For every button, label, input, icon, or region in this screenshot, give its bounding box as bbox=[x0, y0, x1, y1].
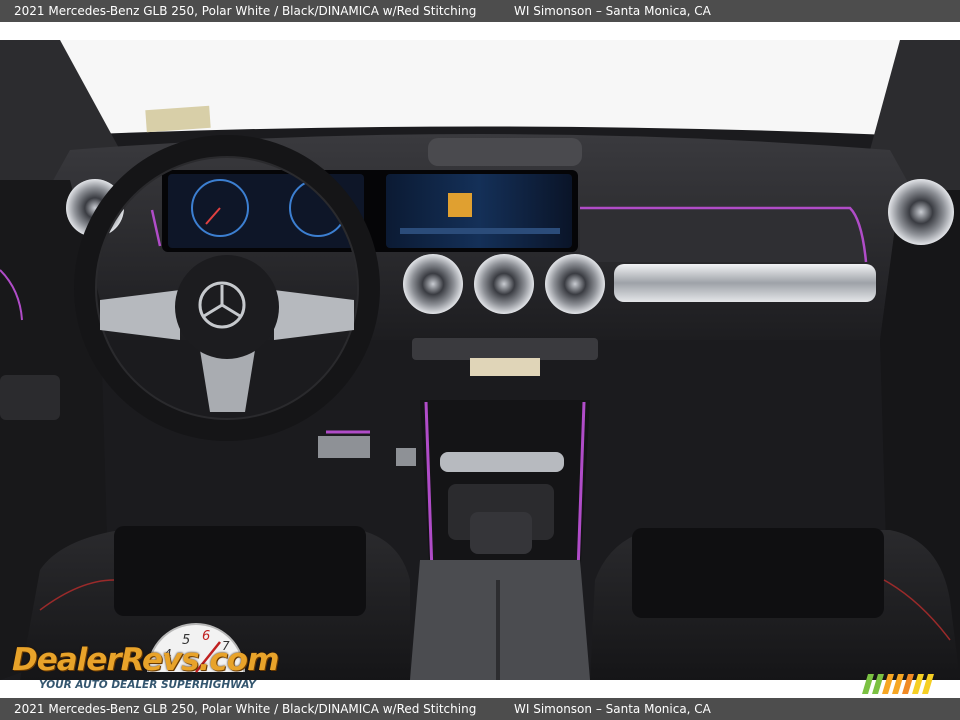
caption-dealer-bottom: WI Simonson – Santa Monica, CA bbox=[514, 702, 711, 716]
windshield-sticker bbox=[145, 105, 211, 133]
bottom-caption-bar: 2021 Mercedes-Benz GLB 250, Polar White … bbox=[0, 698, 960, 720]
watermark-brand: DealerRevs.com bbox=[12, 642, 279, 678]
interior-dashboard-photo bbox=[0, 40, 960, 680]
hud-projector bbox=[428, 138, 582, 166]
top-margin bbox=[0, 22, 960, 40]
stripes-logo-icon bbox=[862, 674, 934, 694]
console-chrome-trim bbox=[440, 452, 564, 472]
climate-controls bbox=[412, 338, 598, 360]
caption-vehicle: 2021 Mercedes-Benz GLB 250, Polar White … bbox=[14, 4, 477, 18]
infotainment-screen bbox=[386, 174, 572, 248]
caption-dealer: WI Simonson – Santa Monica, CA bbox=[514, 4, 711, 18]
driver-seat-insert bbox=[114, 526, 366, 616]
passenger-seat-insert bbox=[632, 528, 884, 618]
brake-pedal bbox=[318, 436, 370, 458]
right-air-vent bbox=[888, 179, 954, 245]
top-caption-bar: 2021 Mercedes-Benz GLB 250, Polar White … bbox=[0, 0, 960, 22]
dealerrevs-watermark: 4 5 6 7 DealerRevs.com YOUR AUTO DEALER … bbox=[12, 622, 279, 694]
touchpad-palm-rest bbox=[470, 512, 532, 554]
center-vent-3 bbox=[545, 254, 605, 314]
accelerator-pedal bbox=[396, 448, 416, 466]
screen-menu-bar bbox=[400, 228, 560, 234]
airbag-warning-label bbox=[470, 358, 540, 376]
passenger-chrome-trim bbox=[614, 264, 876, 302]
center-vent-2 bbox=[474, 254, 534, 314]
watermark-tagline: YOUR AUTO DEALER SUPERHIGHWAY bbox=[39, 679, 256, 691]
media-album-art bbox=[448, 193, 472, 217]
caption-vehicle-bottom: 2021 Mercedes-Benz GLB 250, Polar White … bbox=[14, 702, 477, 716]
carbon-trim bbox=[580, 208, 866, 262]
window-switches bbox=[0, 375, 60, 420]
center-vent-1 bbox=[403, 254, 463, 314]
